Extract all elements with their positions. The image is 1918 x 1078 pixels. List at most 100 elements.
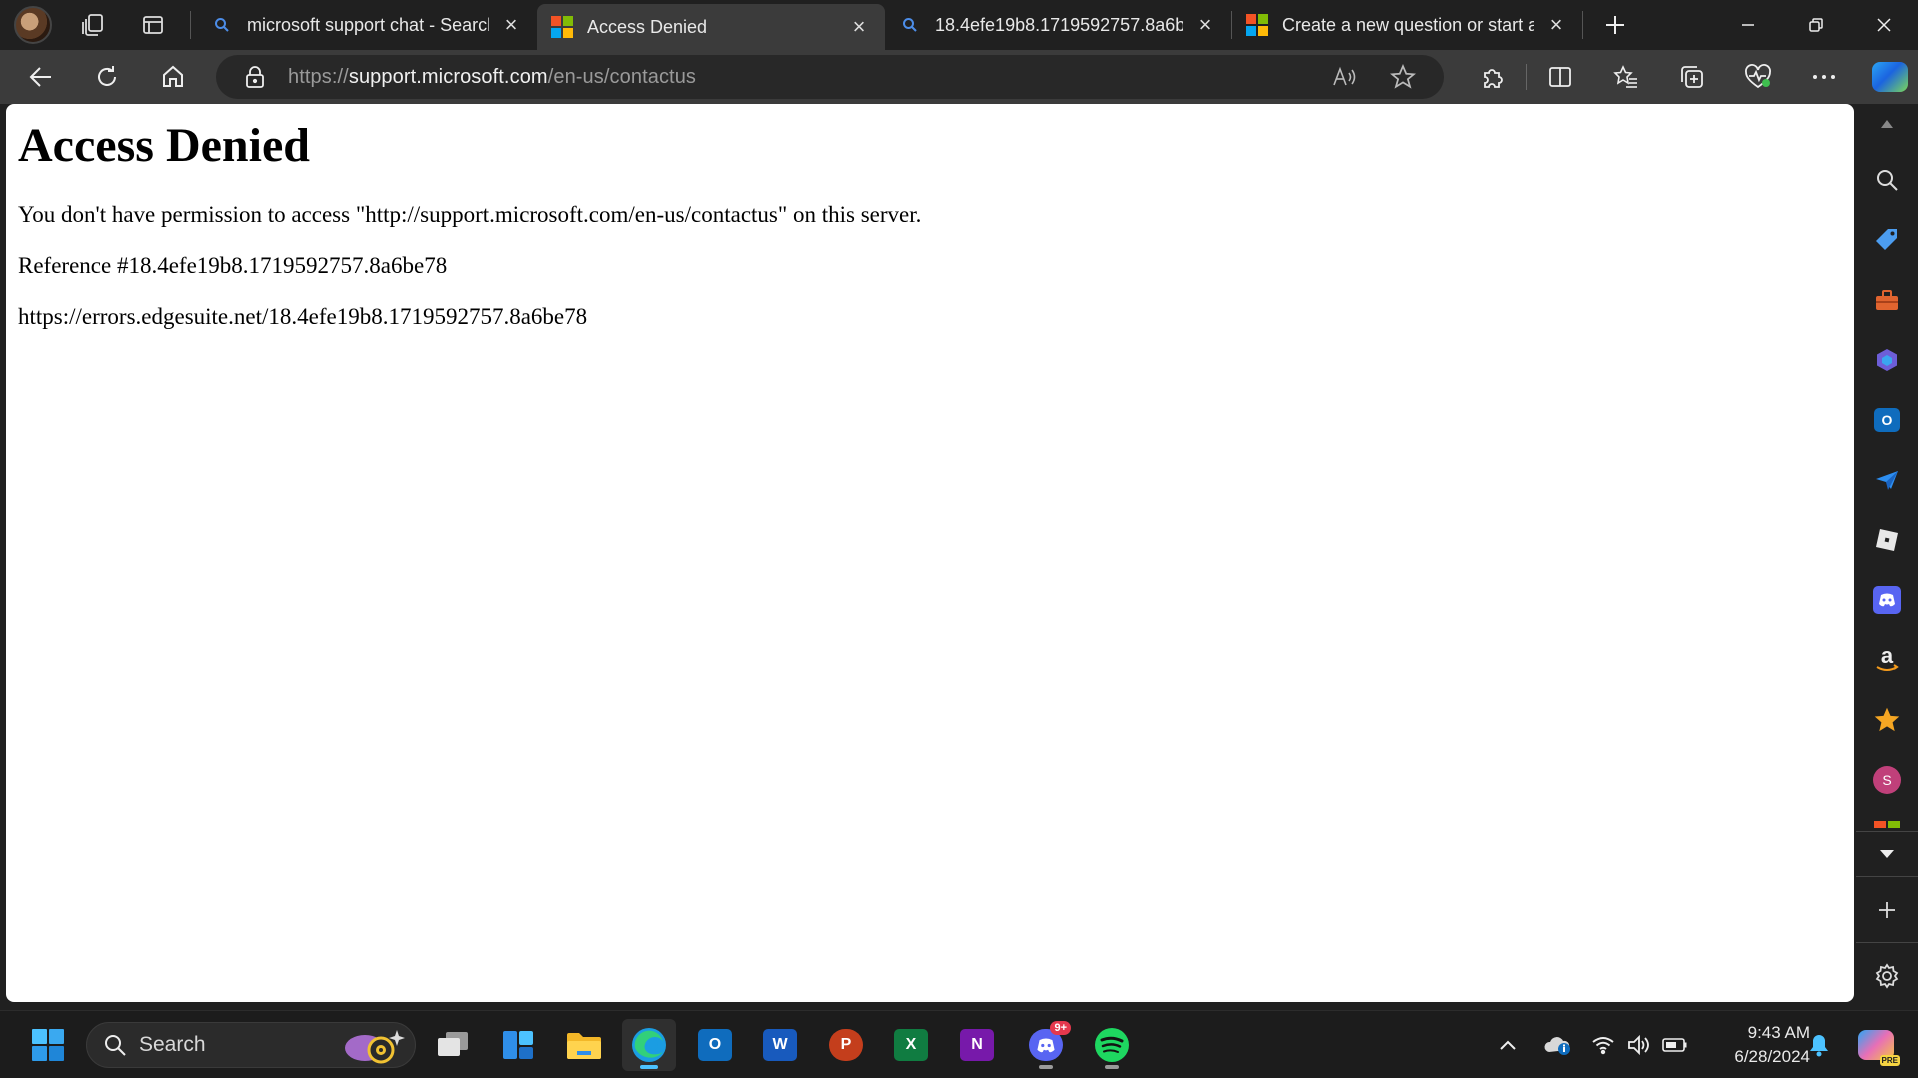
sidebar-item-outlook[interactable]: O [1856,398,1918,442]
taskbar-excel[interactable]: X [884,1019,938,1071]
taskbar-word[interactable]: W [753,1019,807,1071]
profile-button[interactable] [8,0,58,50]
taskbar-file-explorer[interactable] [557,1019,611,1071]
sidebar-item-roblox[interactable] [1856,518,1918,562]
battery-icon [1662,1038,1687,1052]
word-icon: W [763,1029,797,1061]
vertical-tabs-button[interactable] [128,0,178,50]
taskbar-task-view[interactable] [426,1019,480,1071]
notifications-button[interactable] [1802,1011,1836,1078]
active-app-indicator [640,1065,658,1069]
wifi-tray-icon[interactable] [1586,1011,1620,1078]
star-outline-icon [1390,64,1416,89]
folder-icon [567,1033,601,1059]
sidebar-item-partial[interactable] [1856,808,1918,828]
close-window-button[interactable] [1856,0,1912,50]
search-icon [105,1035,126,1056]
url-scheme: https:// [288,65,349,88]
heart-pulse-icon [1745,64,1771,89]
windows-logo-icon [32,1029,64,1061]
sidebar-item-drop[interactable] [1856,458,1918,502]
close-tab-icon[interactable]: × [847,14,871,39]
taskbar-powerpoint[interactable]: P [819,1019,873,1071]
tab-create-question[interactable]: Create a new question or start a discuss… [1232,0,1582,50]
tab-bing-search[interactable]: microsoft support chat - Search × [197,0,537,50]
read-aloud-button[interactable] [1316,65,1374,89]
home-button[interactable] [146,55,200,99]
sidebar-item-tools[interactable] [1856,278,1918,322]
workspaces-button[interactable] [68,0,118,50]
sidebar-item-search[interactable] [1856,158,1918,202]
taskbar-clock[interactable]: 9:43 AM 6/28/2024 [1702,1021,1810,1069]
microsoft-logo-icon [1246,14,1268,36]
sidebar-settings-button[interactable] [1856,954,1918,998]
taskbar-widgets[interactable] [491,1019,545,1071]
running-app-indicator [1105,1065,1119,1069]
microsoft-logo-icon [1874,821,1900,828]
close-tab-icon[interactable]: × [1193,12,1217,37]
extensions-button[interactable] [1465,55,1521,99]
sidebar-item-amazon[interactable]: a [1856,638,1918,682]
taskbar-spotify[interactable] [1085,1019,1139,1071]
back-button[interactable] [14,55,68,99]
more-dots-icon [1813,75,1835,79]
onedrive-tray-icon[interactable] [1538,1011,1578,1078]
favorite-star-button[interactable] [1374,64,1432,90]
profile-letter-icon: S [1873,766,1901,794]
start-button[interactable] [21,1019,75,1071]
split-screen-button[interactable] [1532,55,1588,99]
sidebar-item-profile[interactable]: S [1856,758,1918,802]
page-title: Access Denied [18,119,310,172]
url-text[interactable]: https://support.microsoft.com/en-us/cont… [288,66,696,89]
taskbar-copilot-button[interactable]: PRE [1852,1011,1900,1078]
battery-tray-icon[interactable] [1658,1011,1692,1078]
restore-icon [1809,18,1823,32]
settings-more-button[interactable] [1796,55,1852,99]
profile-avatar [14,6,52,44]
running-app-indicator [1039,1065,1053,1069]
new-tab-button[interactable] [1587,0,1643,50]
copilot-button[interactable] [1862,55,1918,99]
outlook-icon: O [1874,408,1900,432]
restore-button[interactable] [1788,0,1844,50]
onenote-icon: N [960,1029,994,1061]
refresh-button[interactable] [80,55,134,99]
favorites-list-icon [1613,65,1637,88]
show-hidden-icons-button[interactable] [1490,1011,1526,1078]
favorites-button[interactable] [1598,55,1654,99]
puzzle-icon [1484,69,1503,88]
games-hexagon-icon [1877,349,1897,371]
sidebar-item-favorites[interactable] [1856,698,1918,742]
taskbar-edge[interactable] [622,1019,676,1071]
browser-essentials-button[interactable] [1730,55,1786,99]
home-icon [163,65,183,87]
sidebar-scroll-down-button[interactable] [1856,834,1918,874]
taskbar-discord[interactable]: 9+ [1019,1019,1073,1071]
close-tab-icon[interactable]: × [1544,12,1568,37]
taskbar-outlook[interactable]: O [688,1019,742,1071]
sidebar-item-games[interactable] [1856,338,1918,382]
triangle-up-icon [1881,120,1893,128]
taskbar-search-box[interactable]: Search [86,1022,416,1068]
lock-icon[interactable] [240,65,270,89]
tab-reference-search[interactable]: 18.4efe19b8.1719592757.8a6be78 × [885,0,1231,50]
sidebar-item-shopping[interactable] [1856,218,1918,262]
sidebar-scroll-up-button[interactable] [1856,104,1918,144]
split-screen-icon [1549,67,1571,87]
address-bar[interactable]: https://support.microsoft.com/en-us/cont… [216,55,1444,99]
search-label: Search [139,1033,206,1056]
reference-id: Reference #18.4efe19b8.1719592757.8a6be7… [18,253,448,278]
sidebar-item-discord[interactable] [1856,578,1918,622]
minimize-button[interactable] [1720,0,1776,50]
windows-taskbar: Search O W P X N 9+ 9:43 AM 6/28/2024 PR… [0,1010,1918,1078]
collections-button[interactable] [1664,55,1720,99]
back-arrow-icon [29,67,51,87]
sidebar-add-button[interactable] [1856,888,1918,932]
clock-time: 9:43 AM [1747,1023,1810,1042]
taskbar-onenote[interactable]: N [950,1019,1004,1071]
close-tab-icon[interactable]: × [499,12,523,37]
svg-text:a: a [1881,645,1894,668]
tab-access-denied[interactable]: Access Denied × [537,4,885,50]
tab-strip-divider [190,11,191,39]
volume-tray-icon[interactable] [1622,1011,1656,1078]
